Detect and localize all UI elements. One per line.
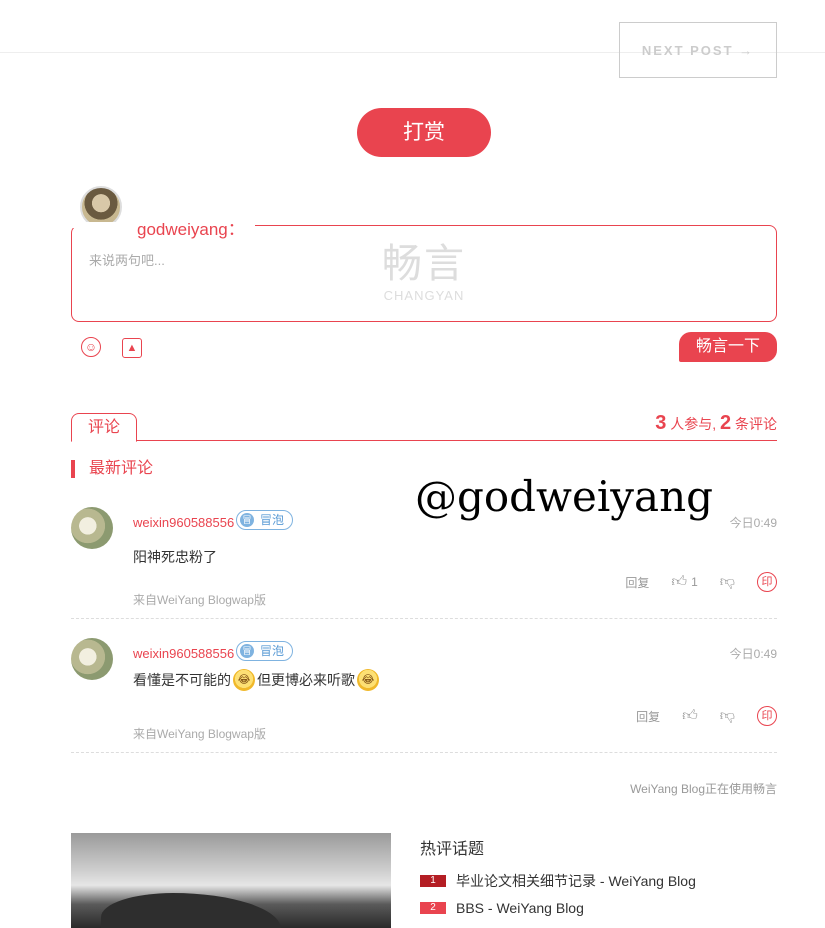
thumbs-up-icon: 👍︎ [671,573,688,590]
smile-icon[interactable]: ☺ [81,337,101,357]
current-username: godweiyang： [137,215,249,240]
tabs-divider [71,440,777,441]
comment-item: weixin960588556 冒 冒泡 今日0:49 看懂是不可能的 😂︎ 但… [71,638,777,754]
comment-stats: 3 人参与, 2 条评论 [655,412,777,435]
comment-text-part: 但更博必来听歌 [257,672,355,688]
rank-badge: 2 [420,902,446,914]
comment-source: 来自WeiYang Blogwap版 [133,593,266,607]
comment-divider [71,618,777,619]
badge-label: 冒泡 [260,644,285,658]
comments-count: 2 [719,412,732,434]
tab-comments[interactable]: 评论 [71,413,137,442]
like-button[interactable]: 👍︎ [682,707,698,725]
laugh-emoji-icon: 😂︎ [233,669,255,691]
comment-divider [71,752,777,753]
comment-actions: 回复 👍︎ 1 👎︎ 印 [603,572,777,592]
comment-text: 看懂是不可能的 😂︎ 但更博必来听歌 😂︎ [133,669,381,691]
avatar[interactable] [71,507,113,549]
hot-topic-link[interactable]: 毕业论文相关细节记录 - WeiYang Blog [456,871,696,891]
laugh-emoji-icon: 😂︎ [357,669,379,691]
comment-item: weixin960588556 冒 冒泡 今日0:49 阳神死忠粉了 回复 👍︎… [71,507,777,619]
badge-icon: 冒 [240,644,254,658]
badge-label: 冒泡 [260,513,285,527]
user-badge: 冒 冒泡 [236,510,294,530]
hot-topic-item[interactable]: 2 BBS - WeiYang Blog [420,900,584,916]
image-icon[interactable]: ▲ [122,338,142,358]
dislike-button[interactable]: 👎︎ [720,573,735,591]
hot-topic-image[interactable] [71,833,391,928]
next-post-button[interactable]: NEXT POST → [619,22,777,78]
comment-source: 来自WeiYang Blogwap版 [133,727,266,741]
changyan-watermark: 畅言 CHANGYAN [378,240,470,303]
comment-placeholder[interactable]: 来说两句吧... [89,250,165,269]
submit-comment-button[interactable]: 畅言一下 [679,332,777,362]
thumbs-down-icon: 👎︎ [719,707,735,724]
comment-username[interactable]: weixin960588556 [133,515,234,530]
comment-username[interactable]: weixin960588556 [133,646,234,661]
user-badge: 冒 冒泡 [236,641,294,661]
latest-comments-title: 最新评论 [71,460,153,478]
like-button[interactable]: 👍︎ 1 [671,573,697,591]
comment-text-part: 阳神死忠粉了 [133,549,217,565]
comments-label: 条评论 [735,416,777,432]
reply-button[interactable]: 回复 [625,574,649,591]
comment-time: 今日0:49 [729,516,777,530]
comment-text-part: 看懂是不可能的 [133,672,231,688]
hot-topic-item[interactable]: 1 毕业论文相关细节记录 - WeiYang Blog [420,871,696,891]
participants-label: 人参与, [670,416,717,432]
thumbs-down-icon: 👎︎ [719,573,735,590]
reward-button[interactable]: 打赏 [357,108,491,157]
share-icon[interactable]: 印 [757,572,777,592]
comment-actions: 回复 👍︎ 👎︎ 印 [614,706,777,726]
thumbs-up-icon: 👍︎ [682,707,698,724]
share-icon[interactable]: 印 [757,706,777,726]
watermark-cn: 畅言 [382,242,466,286]
badge-icon: 冒 [240,513,254,527]
comment-text: 阳神死忠粉了 [133,547,217,567]
rank-badge: 1 [420,875,446,887]
watermark-en: CHANGYAN [383,288,465,303]
reply-button[interactable]: 回复 [636,708,660,725]
hot-topics-title: 热评话题 [420,841,485,858]
powered-by-link[interactable]: WeiYang Blog正在使用畅言 [630,780,777,797]
comment-time: 今日0:49 [729,647,777,661]
like-count: 1 [691,575,698,589]
participants-count: 3 [655,412,667,434]
avatar[interactable] [71,638,113,680]
hot-topic-link[interactable]: BBS - WeiYang Blog [456,900,584,916]
image-hill-shape [101,893,281,928]
dislike-button[interactable]: 👎︎ [720,707,735,725]
